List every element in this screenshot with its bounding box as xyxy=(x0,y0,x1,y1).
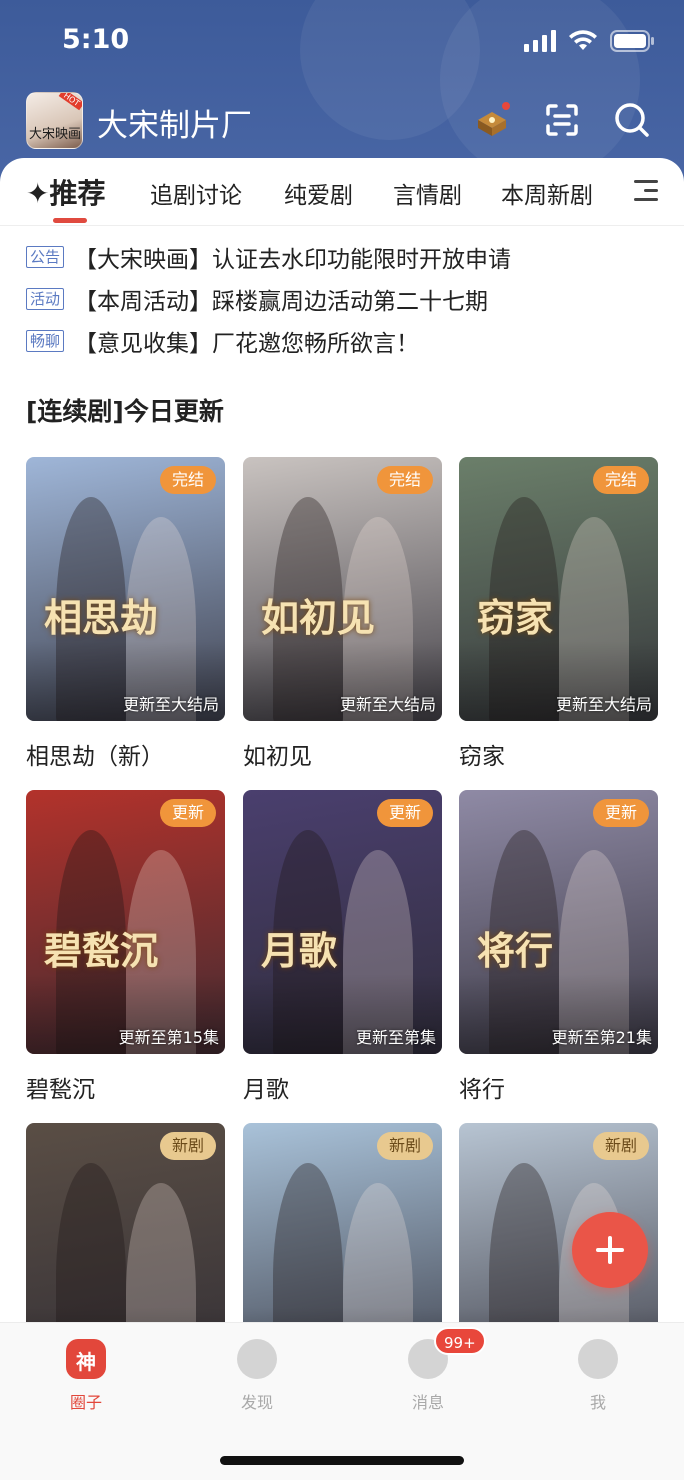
scan-icon[interactable] xyxy=(542,100,582,140)
notice-item[interactable]: 活动 【本周活动】踩楼赢周边活动第二十七期 xyxy=(26,278,666,320)
notice-text: 【意见收集】厂花邀您畅所欲言！ xyxy=(74,331,420,357)
signal-icon xyxy=(524,30,556,52)
nav-label: 消息 xyxy=(411,1393,444,1412)
nav-profile[interactable]: 我 xyxy=(538,1339,658,1413)
drama-title: 相思劫（新） xyxy=(26,744,164,770)
add-post-button[interactable] xyxy=(572,1212,648,1288)
drama-card[interactable]: 碧甃沉 更新 更新至第15集 碧甃沉 xyxy=(26,790,225,1104)
drama-title: 月歌 xyxy=(243,1077,289,1103)
status-time: 5:10 xyxy=(62,24,130,55)
tab-pure-love[interactable]: 纯爱剧 xyxy=(284,176,353,210)
planet-icon xyxy=(237,1339,277,1379)
cover-calligraphy: 碧甃沉 xyxy=(44,928,159,973)
status-badge: 更新 xyxy=(376,799,433,827)
home-indicator xyxy=(220,1456,464,1465)
drama-card[interactable]: 如初见 完结 更新至大结局 如初见 xyxy=(243,457,442,771)
active-tab-indicator xyxy=(53,218,87,223)
logo-text: 大宋映画 xyxy=(29,127,82,142)
drama-card[interactable]: 窃家 完结 更新至大结局 窃家 xyxy=(459,457,658,771)
notice-item[interactable]: 公告 【大宋映画】认证去水印功能限时开放申请 xyxy=(26,236,666,278)
notice-tag: 畅聊 xyxy=(26,330,65,352)
drama-card[interactable]: 月歌 更新 更新至第集 月歌 xyxy=(243,790,442,1104)
tab-weekly-new[interactable]: 本周新剧 xyxy=(501,176,593,210)
notice-tag: 公告 xyxy=(26,246,65,268)
episode-progress: 更新至第15集 xyxy=(118,1028,219,1047)
hot-badge: HOT xyxy=(58,93,82,111)
wifi-icon xyxy=(569,30,597,50)
status-icons xyxy=(524,30,654,52)
notice-text: 【本周活动】踩楼赢周边活动第二十七期 xyxy=(74,289,489,315)
notice-text: 【大宋映画】认证去水印功能限时开放申请 xyxy=(74,247,512,273)
status-badge: 新剧 xyxy=(159,1132,216,1160)
nav-discover[interactable]: 发现 xyxy=(197,1339,317,1413)
tab-discussion[interactable]: 追剧讨论 xyxy=(150,176,242,210)
cover-calligraphy: 将行 xyxy=(477,928,554,973)
nav-glyph: 神 xyxy=(76,1350,96,1374)
episode-progress: 更新至第集 xyxy=(355,1028,436,1047)
drama-card[interactable]: 相思劫 完结更新至大结局相思劫（新） xyxy=(26,457,225,771)
nav-label: 我 xyxy=(589,1393,606,1412)
status-badge: 新剧 xyxy=(592,1132,649,1160)
status-badge: 新剧 xyxy=(376,1132,433,1160)
notice-item[interactable]: 畅聊 【意见收集】厂花邀您畅所欲言！ xyxy=(26,320,666,362)
nav-label: 圈子 xyxy=(69,1393,102,1412)
cover-calligraphy: 月歌 xyxy=(261,928,338,973)
episode-progress: 更新至大结局 xyxy=(555,695,652,714)
app-logo[interactable]: HOT 大宋映画 xyxy=(26,92,83,149)
notice-list: 公告 【大宋映画】认证去水印功能限时开放申请 活动 【本周活动】踩楼赢周边活动第… xyxy=(26,236,666,362)
category-tabs: ✦推荐 追剧讨论 纯爱剧 言情剧 本周新剧 xyxy=(0,158,684,226)
tab-romance[interactable]: 言情剧 xyxy=(393,176,462,210)
drama-cover: 相思劫 完结更新至大结局 xyxy=(26,457,225,721)
tab-menu-icon[interactable] xyxy=(634,180,658,202)
drama-cover: 如初见 完结更新至大结局 xyxy=(243,457,442,721)
app-title: 大宋制片厂 xyxy=(97,108,252,144)
drama-title: 将行 xyxy=(459,1077,505,1103)
episode-progress: 更新至大结局 xyxy=(122,695,219,714)
treasure-chest-icon[interactable] xyxy=(472,100,512,140)
notice-tag: 活动 xyxy=(26,288,65,310)
status-badge: 完结 xyxy=(592,466,649,494)
drama-cover: 将行 更新更新至第21集 xyxy=(459,790,658,1054)
status-badge: 更新 xyxy=(592,799,649,827)
app-bar: HOT 大宋映画 大宋制片厂 xyxy=(0,90,684,154)
status-badge: 完结 xyxy=(159,466,216,494)
drama-cover: 月歌 更新更新至第集 xyxy=(243,790,442,1054)
drama-title: 如初见 xyxy=(243,744,312,770)
episode-progress: 更新至大结局 xyxy=(339,695,436,714)
drama-title: 碧甃沉 xyxy=(26,1077,95,1103)
tab-recommend[interactable]: ✦推荐 xyxy=(26,172,105,212)
battery-icon xyxy=(610,30,654,52)
search-icon[interactable] xyxy=(612,100,652,140)
drama-cover: 碧甃沉 更新更新至第15集 xyxy=(26,790,225,1054)
circle-god-icon: 神 xyxy=(66,1339,106,1379)
cover-calligraphy: 相思劫 xyxy=(44,595,159,640)
section-title: [连续剧]今日更新 xyxy=(26,397,224,426)
cover-calligraphy: 窃家 xyxy=(477,595,554,640)
cover-calligraphy: 如初见 xyxy=(261,595,376,640)
profile-mask-icon xyxy=(578,1339,618,1379)
drama-title: 窃家 xyxy=(459,744,505,770)
nav-circle[interactable]: 神 圈子 xyxy=(26,1339,146,1413)
episode-progress: 更新至第21集 xyxy=(551,1028,652,1047)
drama-cover: 窃家 完结更新至大结局 xyxy=(459,457,658,721)
unread-badge: 99+ xyxy=(434,1327,486,1355)
status-bar: 5:10 xyxy=(0,0,684,88)
drama-card[interactable]: 将行 更新 更新至第21集 将行 xyxy=(459,790,658,1104)
status-badge: 完结 xyxy=(376,466,433,494)
status-badge: 更新 xyxy=(159,799,216,827)
nav-label: 发现 xyxy=(240,1393,273,1412)
